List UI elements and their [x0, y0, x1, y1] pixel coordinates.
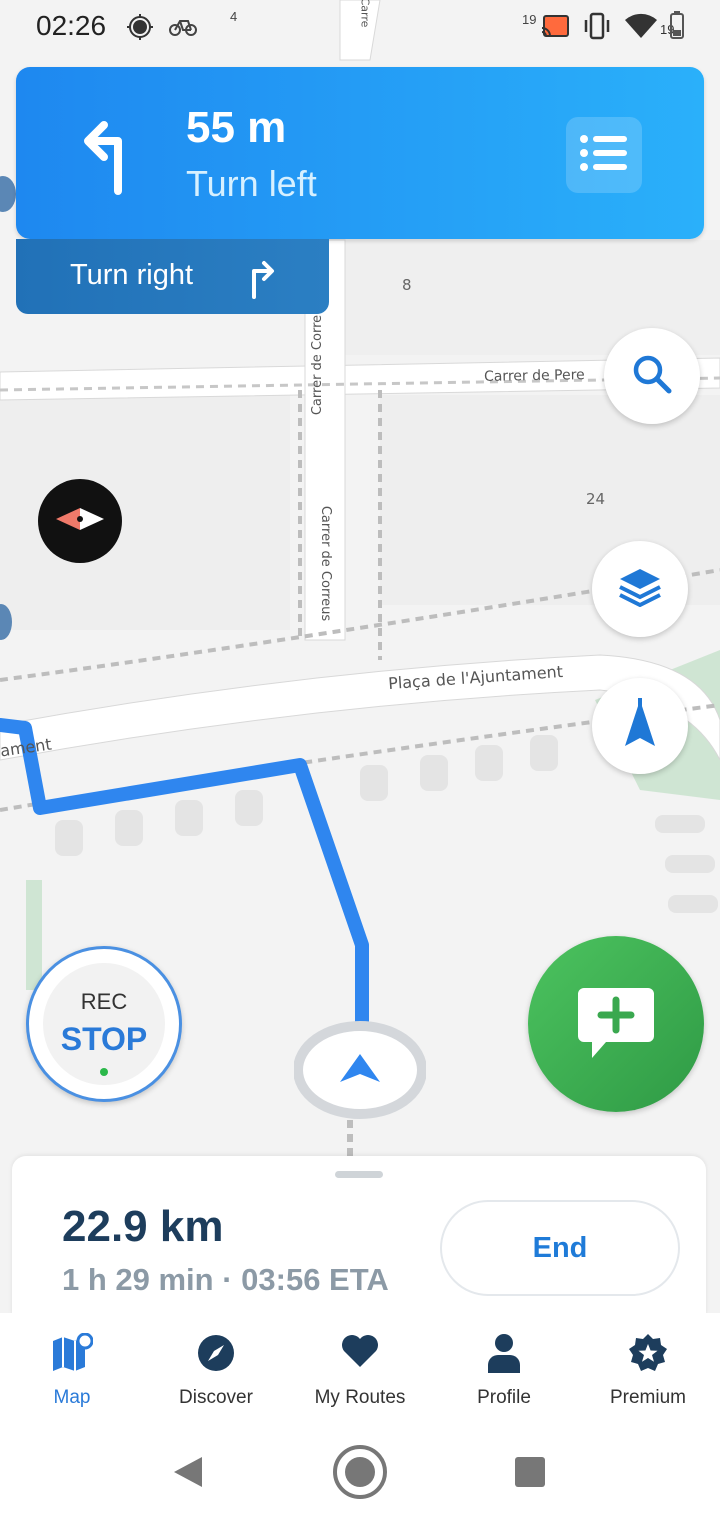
tab-premium[interactable]: Premium [576, 1313, 720, 1423]
north-arrow-icon [623, 697, 657, 755]
next-instruction: Turn right [70, 259, 194, 291]
trip-summary-sheet[interactable]: 22.9 km 1 h 29 min · 03:56 ETA End [12, 1156, 706, 1316]
layers-icon [618, 567, 662, 612]
street-label: Carrer de Pere [483, 367, 585, 385]
tab-label: Profile [477, 1387, 531, 1408]
battery-icon [668, 10, 686, 45]
recents-icon[interactable] [514, 1456, 546, 1493]
tab-discover[interactable]: Discover [144, 1313, 288, 1423]
notification-count: 19 [522, 12, 537, 27]
map-compass[interactable] [38, 479, 122, 563]
current-position-marker [293, 1020, 427, 1120]
bicycle-icon [168, 16, 198, 43]
bottom-tab-bar: Map Discover My Routes Profile Premium [0, 1313, 720, 1423]
system-navigation-bar [0, 1423, 720, 1520]
wifi-icon [624, 12, 658, 45]
stop-label: STOP [60, 1021, 148, 1057]
map-layers-button[interactable] [592, 541, 688, 637]
heart-icon [340, 1333, 380, 1374]
vibrate-icon [582, 12, 612, 45]
building-number: 24 [586, 490, 606, 508]
back-icon[interactable] [172, 1455, 204, 1494]
tab-label: Premium [609, 1387, 686, 1408]
recording-indicator-dot [100, 1068, 108, 1076]
status-time: 02:26 [36, 10, 107, 41]
sheet-drag-handle[interactable] [335, 1171, 383, 1178]
street-label: Carrer de Correus [310, 299, 326, 416]
list-icon [579, 134, 629, 177]
gps-icon [126, 13, 154, 46]
tab-label: Discover [179, 1387, 253, 1408]
home-icon[interactable] [332, 1444, 388, 1505]
record-stop-button[interactable]: REC STOP [26, 946, 182, 1102]
tab-map[interactable]: Map [0, 1313, 144, 1423]
building-number: 8 [402, 276, 412, 294]
directions-list-button[interactable] [566, 117, 642, 193]
status-small-number: 4 [230, 9, 238, 24]
turn-distance: 55 m [186, 103, 287, 152]
end-navigation-button[interactable]: End [440, 1200, 680, 1296]
star-badge-icon [628, 1333, 668, 1378]
add-report-button[interactable] [528, 936, 704, 1112]
turn-left-arrow-icon [78, 115, 142, 200]
status-bar: 02:26 4 19 19 [0, 0, 720, 56]
person-icon [486, 1333, 522, 1378]
tab-label: Map [53, 1387, 91, 1408]
search-icon [630, 352, 674, 401]
street-label: Carrer de Correus [318, 505, 334, 622]
rec-label: REC [80, 989, 128, 1014]
search-button[interactable] [604, 328, 700, 424]
remaining-distance: 22.9 km [62, 1202, 224, 1251]
turn-instruction: Turn left [186, 163, 317, 204]
next-instruction-card[interactable]: Turn right [16, 239, 329, 314]
north-up-button[interactable] [592, 678, 688, 774]
tab-my-routes[interactable]: My Routes [288, 1313, 432, 1423]
tab-profile[interactable]: Profile [432, 1313, 576, 1423]
chat-plus-icon [576, 986, 656, 1067]
map-icon [51, 1332, 94, 1378]
compass-icon [54, 504, 106, 539]
compass-icon [196, 1333, 236, 1378]
remaining-time-eta: 1 h 29 min · 03:56 ETA [62, 1262, 389, 1297]
cast-icon [540, 14, 570, 45]
tab-label: My Routes [314, 1387, 406, 1408]
navigation-instruction-card[interactable]: 55 m Turn left [16, 67, 704, 239]
turn-right-arrow-icon [246, 259, 276, 304]
